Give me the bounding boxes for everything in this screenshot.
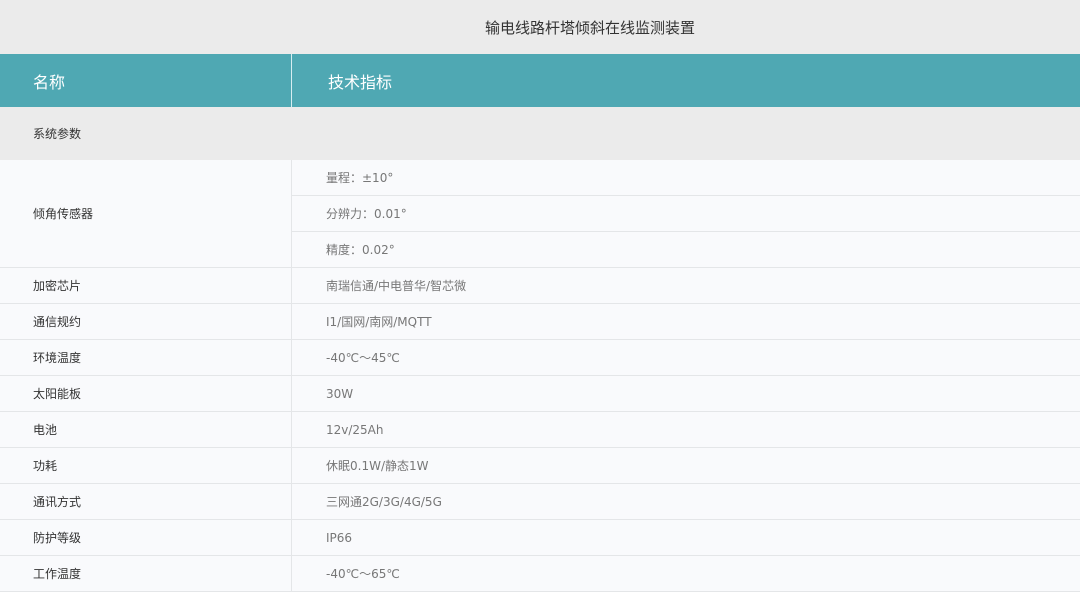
spec-name: 工作温度 (0, 556, 292, 591)
table-row: 环境温度 -40℃～45℃ (0, 340, 1080, 376)
spec-name: 倾角传感器 (0, 160, 292, 267)
header-spec: 技术指标 (328, 72, 393, 92)
section-label: 系统参数 (0, 107, 1080, 160)
spec-value: 12v/25Ah (326, 422, 384, 437)
spec-name: 功耗 (0, 448, 292, 483)
table-row: 防护等级 IP66 (0, 520, 1080, 556)
spec-values: IP66 (292, 520, 1080, 555)
spec-sheet: 输电线路杆塔倾斜在线监测装置 名称 技术指标 系统参数 倾角传感器 量程：±10°… (0, 0, 1080, 592)
spec-values: 休眠0.1W/静态1W (292, 448, 1080, 483)
page-title: 输电线路杆塔倾斜在线监测装置 (0, 0, 1080, 54)
spec-values: 30W (292, 376, 1080, 411)
spec-name: 加密芯片 (0, 268, 292, 303)
spec-values: 南瑞信通/中电普华/智芯微 (292, 268, 1080, 303)
table-row: 太阳能板 30W (0, 376, 1080, 412)
spec-name: 电池 (0, 412, 292, 447)
table-row: 倾角传感器 量程：±10° 分辨力：0.01° 精度：0.02° (0, 160, 1080, 268)
spec-value: 休眠0.1W/静态1W (326, 459, 429, 473)
spec-values: 量程：±10° 分辨力：0.01° 精度：0.02° (292, 160, 1080, 267)
spec-name: 环境温度 (0, 340, 292, 375)
header-name: 名称 (0, 54, 292, 107)
spec-value: -40℃～65℃ (326, 567, 400, 581)
spec-values: -40℃～65℃ (292, 556, 1080, 591)
spec-name: 通讯方式 (0, 484, 292, 519)
spec-value: 南瑞信通/中电普华/智芯微 (326, 279, 467, 293)
spec-values: 12v/25Ah (292, 412, 1080, 447)
spec-value: 三网通2G/3G/4G/5G (326, 495, 442, 509)
table-row: 功耗 休眠0.1W/静态1W (0, 448, 1080, 484)
table-row: 通信规约 I1/国网/南网/MQTT (0, 304, 1080, 340)
spec-value: 分辨力：0.01° (292, 195, 1080, 231)
spec-table: 倾角传感器 量程：±10° 分辨力：0.01° 精度：0.02° 加密芯片 南瑞信通/中电… (0, 160, 1080, 592)
spec-value: -40℃～45℃ (326, 351, 400, 365)
spec-value: 精度：0.02° (292, 231, 1080, 267)
spec-name: 太阳能板 (0, 376, 292, 411)
spec-value: 30W (326, 386, 354, 401)
table-row: 通讯方式 三网通2G/3G/4G/5G (0, 484, 1080, 520)
spec-values: -40℃～45℃ (292, 340, 1080, 375)
table-header: 名称 技术指标 (0, 54, 1080, 107)
spec-value: IP66 (326, 530, 353, 545)
spec-value: 量程：±10° (326, 171, 394, 185)
spec-name: 防护等级 (0, 520, 292, 555)
spec-values: I1/国网/南网/MQTT (292, 304, 1080, 339)
spec-values: 三网通2G/3G/4G/5G (292, 484, 1080, 519)
spec-name: 通信规约 (0, 304, 292, 339)
table-row: 电池 12v/25Ah (0, 412, 1080, 448)
table-row: 工作温度 -40℃～65℃ (0, 556, 1080, 592)
spec-value: I1/国网/南网/MQTT (326, 315, 432, 329)
table-row: 加密芯片 南瑞信通/中电普华/智芯微 (0, 268, 1080, 304)
